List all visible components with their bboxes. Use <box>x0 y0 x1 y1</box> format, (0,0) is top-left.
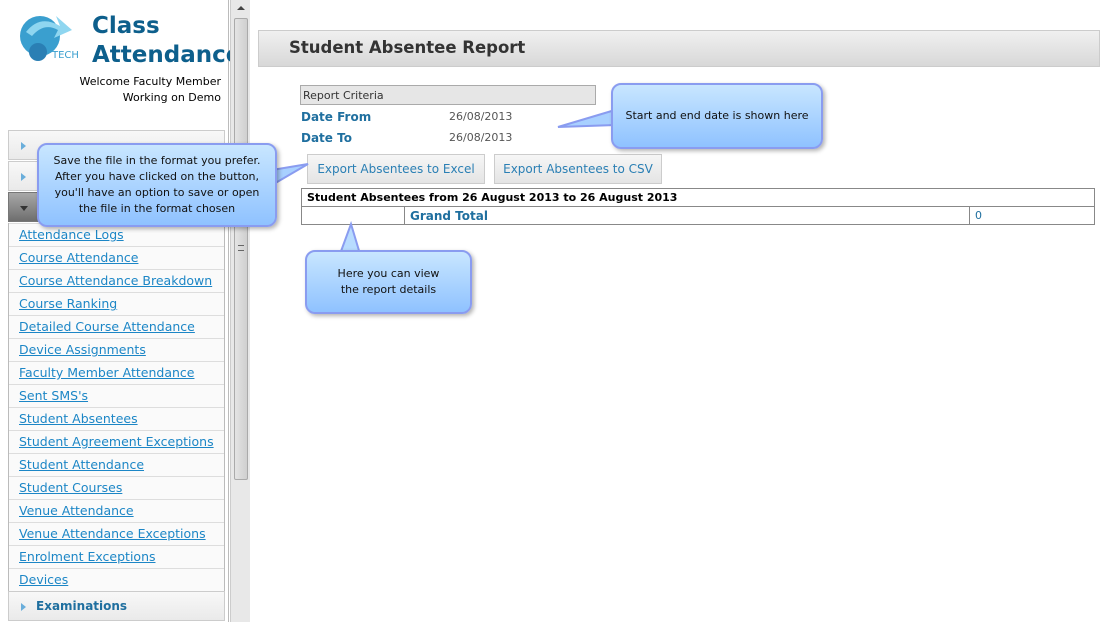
report-criteria-header: Report Criteria <box>300 85 596 105</box>
collapse-arrow-icon <box>20 206 28 211</box>
sidebar: TECH Class Attendance Welcome Faculty Mem… <box>0 0 241 622</box>
sidebar-link[interactable]: Venue Attendance <box>9 499 224 522</box>
svg-text:TECH: TECH <box>51 50 79 61</box>
sidebar-link[interactable]: Devices <box>9 568 224 591</box>
export-tooltip-callout: Save the file in the format you prefer. … <box>37 143 277 227</box>
date-from-label: Date From <box>301 110 372 124</box>
page-title: Student Absentee Report <box>258 30 1100 67</box>
sidebar-link[interactable]: Sent SMS's <box>9 384 224 407</box>
sidebar-link[interactable]: Detailed Course Attendance <box>9 315 224 338</box>
scroll-up-icon[interactable] <box>237 6 245 10</box>
sidebar-link[interactable]: Venue Attendance Exceptions <box>9 522 224 545</box>
absentees-table: Student Absentees from 26 August 2013 to… <box>301 188 1095 225</box>
welcome-text: Welcome Faculty Member Working on Demo <box>79 75 221 104</box>
sidebar-link[interactable]: Device Assignments <box>9 338 224 361</box>
grand-total-label: Grand Total <box>404 206 970 225</box>
export-csv-button[interactable]: Export Absentees to CSV <box>494 154 662 184</box>
app-title: Class Attendance <box>92 13 242 68</box>
date-to-value: 26/08/2013 <box>449 131 513 144</box>
sidebar-link[interactable]: Student Courses <box>9 476 224 499</box>
grand-total-value: 0 <box>969 206 1095 225</box>
sidebar-link[interactable]: Course Attendance <box>9 246 224 269</box>
expand-arrow-icon <box>21 603 26 611</box>
sidebar-link[interactable]: Course Ranking <box>9 292 224 315</box>
details-tooltip-callout: Here you can view the report details <box>305 250 472 314</box>
dates-tooltip-callout: Start and end date is shown here <box>611 83 823 149</box>
table-row: Grand Total 0 <box>301 206 1095 225</box>
sidebar-link[interactable]: Faculty Member Attendance <box>9 361 224 384</box>
sidebar-scrollbar[interactable] <box>230 0 250 622</box>
date-to-label: Date To <box>301 131 352 145</box>
iptech-logo: TECH <box>20 16 79 61</box>
callout-tails <box>271 108 616 255</box>
table-cell <box>301 206 405 225</box>
sidebar-section-examinations[interactable]: Examinations <box>8 591 225 621</box>
date-from-value: 26/08/2013 <box>449 110 513 123</box>
expand-arrow-icon <box>21 142 26 150</box>
scrollbar-thumb[interactable] <box>234 18 248 480</box>
table-header: Student Absentees from 26 August 2013 to… <box>301 188 1095 207</box>
export-excel-button[interactable]: Export Absentees to Excel <box>307 154 485 184</box>
sidebar-link[interactable]: Student Attendance <box>9 453 224 476</box>
report-links: Attendance Logs Course Attendance Course A… <box>8 223 225 592</box>
sidebar-link[interactable]: Enrolment Exceptions <box>9 545 224 568</box>
grip-icon <box>238 245 244 251</box>
expand-arrow-icon <box>21 173 26 181</box>
sidebar-link[interactable]: Student Absentees <box>9 407 224 430</box>
sidebar-link[interactable]: Student Agreement Exceptions <box>9 430 224 453</box>
sidebar-link[interactable]: Course Attendance Breakdown <box>9 269 224 292</box>
